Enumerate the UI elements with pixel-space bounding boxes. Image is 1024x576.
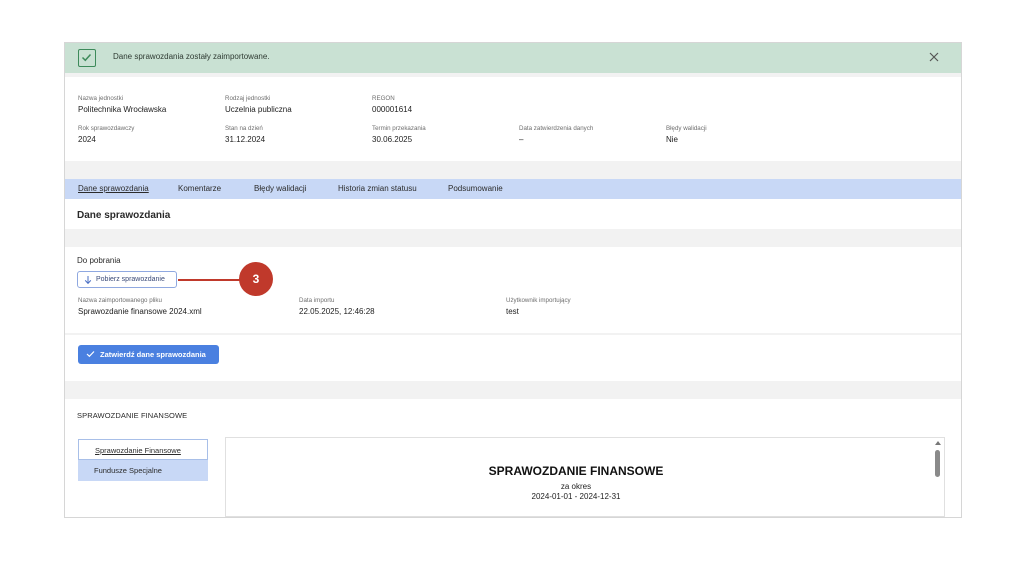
field-value: 000001614: [372, 105, 413, 114]
approve-button-label: Zatwierdź dane sprawozdania: [100, 350, 206, 359]
document-scrollbar[interactable]: [934, 440, 942, 516]
field-label: Data importu: [299, 297, 335, 304]
tab-report-data[interactable]: Dane sprawozdania: [78, 184, 149, 193]
section-title-bar: Dane sprawozdania: [65, 199, 961, 229]
field-report-year: Rok sprawozdawczy 2024: [78, 125, 134, 144]
document-date-range: 2024-01-01 - 2024-12-31: [531, 492, 621, 501]
tab-comments[interactable]: Komentarze: [178, 184, 221, 193]
document-subtitle: za okres: [560, 482, 592, 491]
field-label: REGON: [372, 95, 395, 102]
app-frame: Dane sprawozdania zostały zaimportowane.…: [64, 42, 962, 518]
checkmark-icon: [86, 351, 95, 358]
download-panel: Do pobrania Pobierz sprawozdanie Nazwa z…: [65, 247, 961, 333]
field-import-user: Użytkownik importujący test: [506, 297, 571, 316]
financial-report-nav: Sprawozdanie Finansowe Fundusze Specjaln…: [78, 439, 208, 481]
tab-summary[interactable]: Podsumowanie: [448, 184, 503, 193]
close-icon[interactable]: [927, 50, 941, 64]
tab-status-history[interactable]: Historia zmian statusu: [338, 184, 417, 193]
document-title: SPRAWOZDANIE FINANSOWE: [488, 464, 664, 478]
field-validation-errors: Błędy walidacji Nie: [666, 125, 707, 144]
field-value: 30.06.2025: [372, 135, 413, 144]
download-button-label: Pobierz sprawozdanie: [96, 276, 165, 283]
callout-connector-line: [178, 279, 241, 281]
field-label: Rok sprawozdawczy: [78, 125, 135, 132]
field-value: test: [506, 307, 519, 316]
document-preview: SPRAWOZDANIE FINANSOWE za okres 2024-01-…: [225, 437, 945, 517]
success-notification: Dane sprawozdania zostały zaimportowane.: [65, 43, 961, 73]
download-report-button[interactable]: Pobierz sprawozdanie: [77, 271, 177, 288]
check-icon: [78, 49, 96, 67]
financial-report-body: Sprawozdanie Finansowe Fundusze Specjaln…: [65, 431, 961, 517]
step-callout-badge: 3: [239, 262, 273, 296]
field-value: Politechnika Wrocławska: [78, 105, 167, 114]
field-value: Sprawozdanie finansowe 2024.xml: [78, 307, 202, 316]
approve-panel: Zatwierdź dane sprawozdania: [65, 335, 961, 381]
field-value: –: [519, 135, 524, 144]
field-label: Błędy walidacji: [666, 125, 707, 132]
field-approval-date: Data zatwierdzenia danych –: [519, 125, 593, 144]
download-arrow-icon: [84, 276, 92, 285]
field-import-date: Data importu 22.05.2025, 12:46:28: [299, 297, 375, 316]
field-value: Nie: [666, 135, 679, 144]
field-value: 31.12.2024: [225, 135, 266, 144]
page-title: Dane sprawozdania: [77, 210, 171, 221]
tab-bar: Dane sprawozdania Komentarze Błędy walid…: [65, 179, 961, 199]
tab-validation-errors[interactable]: Błędy walidacji: [254, 184, 306, 193]
field-unit-name: Nazwa jednostki Politechnika Wrocławska: [78, 95, 166, 114]
field-file-name: Nazwa zaimportowanego pliku Sprawozdanie…: [78, 297, 202, 316]
nav-item-special-funds[interactable]: Fundusze Specjalne: [78, 460, 208, 481]
field-value: 22.05.2025, 12:46:28: [299, 307, 375, 316]
field-regon: REGON 000001614: [372, 95, 412, 114]
nav-item-financial-statement[interactable]: Sprawozdanie Finansowe: [78, 439, 208, 460]
field-state-date: Stan na dzień 31.12.2024: [225, 125, 265, 144]
field-label: Nazwa jednostki: [78, 95, 124, 102]
financial-report-heading: SPRAWOZDANIE FINANSOWE: [77, 411, 188, 420]
field-label: Użytkownik importujący: [506, 297, 571, 304]
field-label: Termin przekazania: [372, 125, 426, 132]
field-value: Uczelnia publiczna: [225, 105, 292, 114]
scroll-up-icon[interactable]: [935, 441, 941, 445]
field-value: 2024: [78, 135, 96, 144]
field-label: Stan na dzień: [225, 125, 263, 132]
download-heading: Do pobrania: [77, 256, 121, 265]
field-deadline: Termin przekazania 30.06.2025: [372, 125, 426, 144]
field-label: Rodzaj jednostki: [225, 95, 271, 102]
field-label: Nazwa zaimportowanego pliku: [78, 297, 162, 304]
financial-report-header: SPRAWOZDANIE FINANSOWE: [65, 399, 961, 431]
approve-report-button[interactable]: Zatwierdź dane sprawozdania: [78, 345, 219, 364]
field-unit-type: Rodzaj jednostki Uczelnia publiczna: [225, 95, 292, 114]
field-label: Data zatwierdzenia danych: [519, 125, 594, 132]
report-info-panel: Nazwa jednostki Politechnika Wrocławska …: [65, 77, 961, 161]
scroll-thumb[interactable]: [935, 450, 940, 477]
notification-text: Dane sprawozdania zostały zaimportowane.: [113, 52, 270, 61]
